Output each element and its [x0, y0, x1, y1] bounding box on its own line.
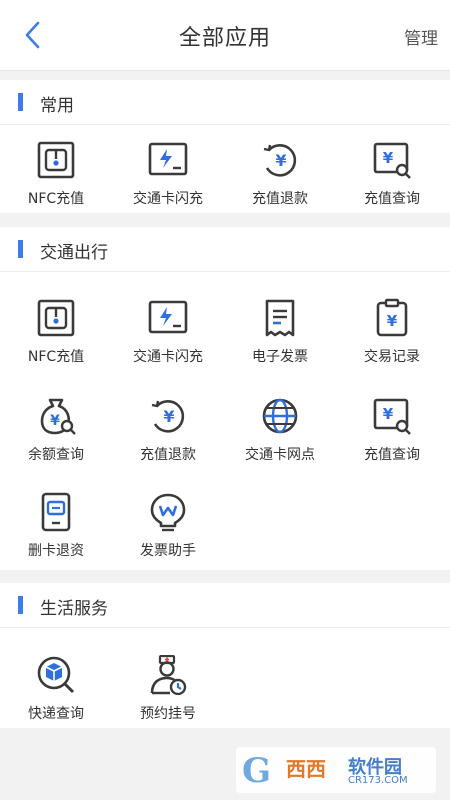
watermark-mark: G: [242, 751, 272, 791]
section-title: 交通出行: [40, 243, 108, 263]
recharge-query-icon: ¥: [373, 142, 411, 179]
svg-text:¥: ¥: [387, 312, 398, 330]
app-item-label: 交易记录: [364, 349, 420, 365]
express-query-icon: [37, 656, 75, 694]
svg-text:¥: ¥: [383, 405, 394, 423]
app-item-label: 余额查询: [28, 447, 84, 463]
app-item-label: 删卡退资: [28, 543, 84, 559]
app-item-nfc-recharge[interactable]: NFC充值: [0, 140, 112, 230]
app-item-e-invoice[interactable]: 电子发票: [224, 298, 336, 388]
invoice-assistant-icon: [150, 493, 186, 532]
app-item-label: 电子发票: [252, 349, 308, 365]
app-item-label: 发票助手: [140, 543, 196, 559]
watermark-text: 西西: [286, 757, 326, 781]
section-marker: [18, 93, 23, 111]
app-item-transaction-record[interactable]: ¥ 交易记录: [336, 298, 448, 388]
app-item-balance-query[interactable]: ¥ 余额查询: [0, 396, 112, 486]
refund-icon: ¥: [263, 144, 297, 177]
nfc-icon: [37, 299, 75, 337]
transaction-record-icon: ¥: [376, 298, 408, 337]
delete-card-icon: [41, 492, 71, 532]
app-item-flash-charge[interactable]: 交通卡闪充: [112, 298, 224, 388]
watermark-logo: G 西西 软件园 CR173.COM: [236, 747, 436, 793]
app-item-refund[interactable]: ¥ 充值退款: [112, 396, 224, 486]
section-header: 生活服务: [0, 583, 450, 628]
section-common: 常用 NFC充值 交通卡闪充 ¥ 充值退款 ¥ 充值查询: [0, 80, 450, 213]
nfc-icon: [37, 141, 75, 179]
section-life-services: 生活服务 快递查询 预约挂号: [0, 583, 450, 728]
page-title: 全部应用: [178, 26, 271, 51]
section-title: 生活服务: [40, 599, 108, 619]
svg-text:¥: ¥: [275, 151, 286, 170]
app-item-label: 快递查询: [28, 706, 84, 722]
app-item-delete-card-refund[interactable]: 删卡退资: [0, 492, 112, 582]
app-item-label: NFC充值: [27, 191, 85, 207]
section-transport: 交通出行 NFC充值 交通卡闪充 电子发票 ¥ 交易记录 ¥ 余额查询 ¥ 充值…: [0, 227, 450, 570]
globe-icon: [262, 398, 298, 434]
svg-text:¥: ¥: [163, 407, 174, 426]
balance-query-icon: ¥: [40, 398, 76, 435]
app-item-label: 充值退款: [252, 191, 308, 207]
app-item-express-query[interactable]: 快递查询: [0, 655, 112, 745]
flash-charge-icon: [148, 142, 188, 176]
app-item-flash-charge[interactable]: 交通卡闪充: [112, 140, 224, 230]
app-item-nfc-recharge[interactable]: NFC充值: [0, 298, 112, 388]
app-item-label: NFC充值: [27, 349, 85, 365]
app-item-label: 预约挂号: [140, 706, 196, 722]
app-item-recharge-query[interactable]: ¥ 充值查询: [336, 396, 448, 486]
app-item-appointment[interactable]: 预约挂号: [112, 655, 224, 745]
manage-button[interactable]: 管理: [404, 24, 438, 49]
svg-text:¥: ¥: [50, 413, 60, 429]
section-marker: [18, 596, 23, 614]
app-item-card-outlets[interactable]: 交通卡网点: [224, 396, 336, 486]
app-item-label: 交通卡闪充: [133, 349, 203, 365]
appointment-icon: [150, 655, 187, 695]
invoice-icon: [265, 299, 295, 337]
section-title: 常用: [40, 96, 74, 116]
recharge-query-icon: ¥: [373, 398, 411, 435]
section-header: 常用: [0, 80, 450, 125]
app-item-label: 充值查询: [364, 447, 420, 463]
watermark-text: CR173.COM: [348, 775, 408, 786]
app-item-recharge-query[interactable]: ¥ 充值查询: [336, 140, 448, 230]
app-item-invoice-assistant[interactable]: 发票助手: [112, 492, 224, 582]
section-marker: [18, 240, 23, 258]
refund-icon: ¥: [151, 400, 185, 433]
app-item-label: 交通卡闪充: [133, 191, 203, 207]
flash-charge-icon: [148, 300, 188, 334]
top-nav-bar: 全部应用 管理: [0, 0, 450, 71]
app-item-refund[interactable]: ¥ 充值退款: [224, 140, 336, 230]
app-item-label: 充值查询: [364, 191, 420, 207]
app-item-label: 充值退款: [140, 447, 196, 463]
svg-text:¥: ¥: [383, 149, 394, 167]
section-header: 交通出行: [0, 227, 450, 272]
app-item-label: 交通卡网点: [245, 447, 315, 463]
